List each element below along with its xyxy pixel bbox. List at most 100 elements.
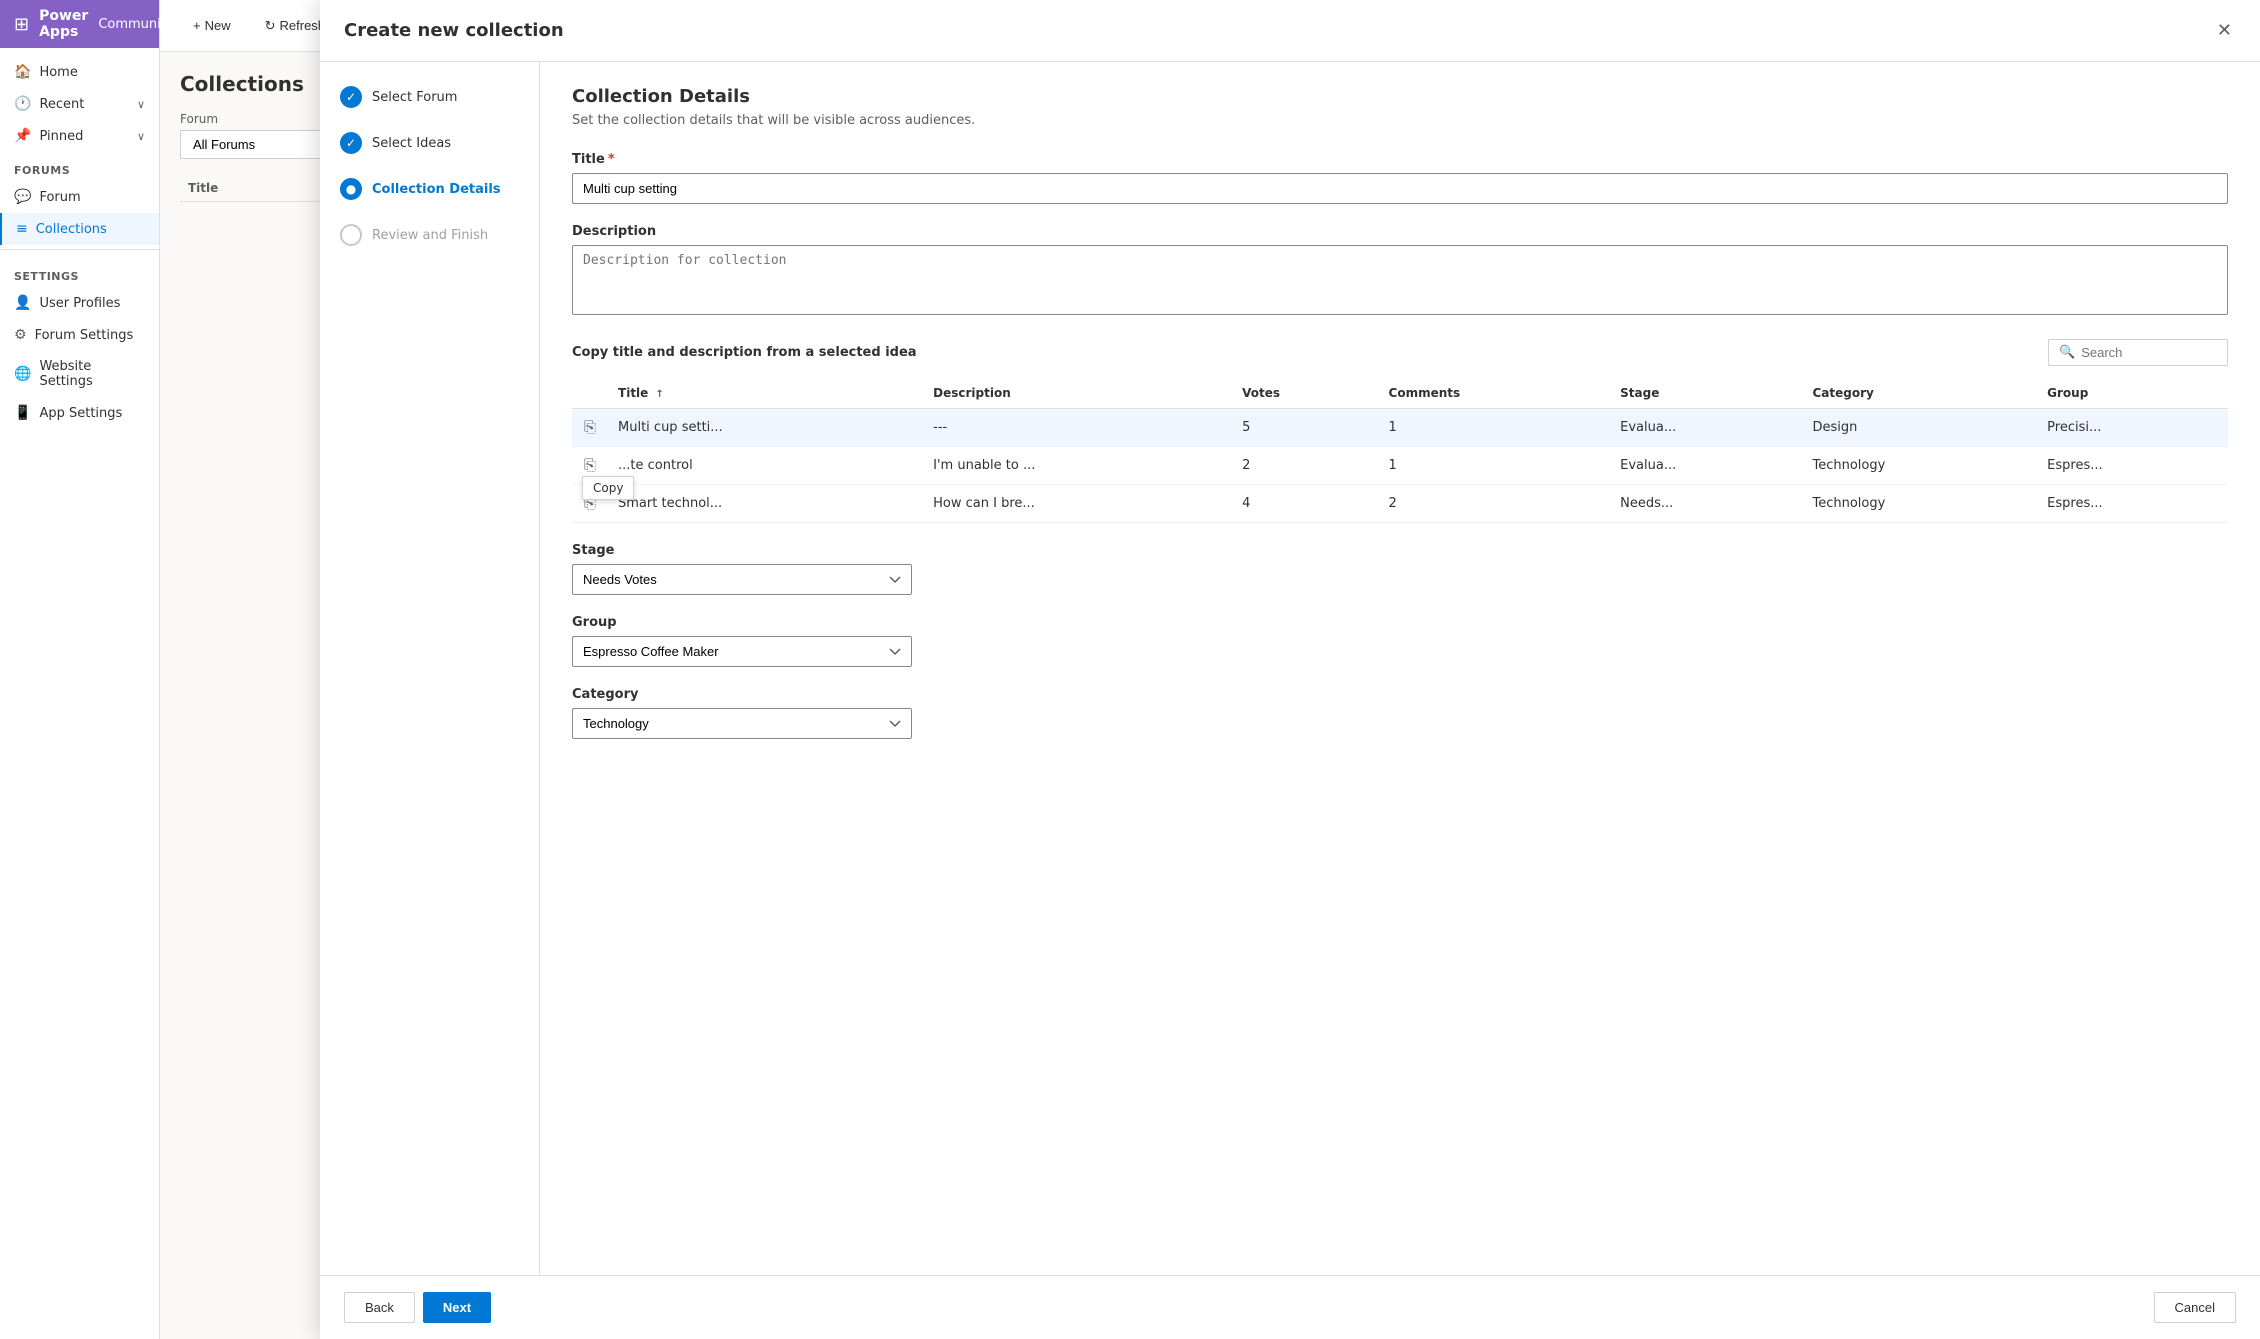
next-button[interactable]: Next: [423, 1292, 491, 1323]
table-row: ⎘ Copy ...te control I'm unable to ... 2…: [572, 447, 2228, 485]
recent-chevron-icon: ∨: [137, 98, 145, 111]
pinned-chevron-icon: ∨: [137, 130, 145, 143]
category-label: Category: [572, 687, 2228, 702]
sidebar-item-app-settings[interactable]: 📱 App Settings: [0, 397, 159, 429]
sidebar: ⊞ Power Apps Community 🏠 Home 🕐 Recent ∨…: [0, 0, 160, 1339]
sidebar-item-user-profiles[interactable]: 👤 User Profiles: [0, 287, 159, 319]
forum-settings-icon: ⚙: [14, 327, 27, 343]
collections-icon: ≡: [16, 221, 28, 237]
step-circle-ideas: ✓: [340, 132, 362, 154]
create-collection-modal: Create new collection ✕ ✓ Select Forum ✓…: [320, 0, 2260, 1339]
app-grid-icon[interactable]: ⊞: [14, 14, 29, 35]
cancel-button[interactable]: Cancel: [2154, 1292, 2236, 1323]
modal-body: ✓ Select Forum ✓ Select Ideas ● Collecti…: [320, 62, 2260, 1275]
new-button[interactable]: + New: [180, 11, 244, 40]
collections-label: Collections: [36, 222, 107, 237]
idea-title-2: ...te control: [608, 447, 923, 485]
group-form-group: Group Espresso Coffee Maker Precision Br…: [572, 615, 2228, 667]
sidebar-item-pinned[interactable]: 📌 Pinned ∨: [0, 120, 159, 152]
forum-icon: 💬: [14, 189, 31, 205]
title-form-group: Title *: [572, 152, 2228, 204]
table-row: ⎘ Smart technol... How can I bre... 4 2 …: [572, 485, 2228, 523]
copy-button-1[interactable]: ⎘: [582, 417, 598, 438]
refresh-icon: ↻: [265, 18, 276, 34]
sidebar-item-forum[interactable]: 💬 Forum: [0, 181, 159, 213]
title-input[interactable]: [572, 173, 2228, 204]
idea-comments-1: 1: [1379, 409, 1611, 447]
settings-section-header: Settings: [0, 258, 159, 287]
ideas-table: Title ↑ Description Votes Comments Stage…: [572, 378, 2228, 523]
copy-cell-2: ⎘ Copy: [572, 447, 608, 485]
stage-select[interactable]: Needs Votes Under Review Evaluating: [572, 564, 912, 595]
idea-group-2: Espres...: [2037, 447, 2228, 485]
form-section-subtitle: Set the collection details that will be …: [572, 113, 2228, 128]
category-form-group: Category Technology Design General: [572, 687, 2228, 739]
col-header-title: Title ↑: [608, 378, 923, 409]
idea-group-3: Espres...: [2037, 485, 2228, 523]
recent-icon: 🕐: [14, 96, 31, 112]
form-area: Collection Details Set the collection de…: [540, 62, 2260, 1275]
idea-title-3: Smart technol...: [608, 485, 923, 523]
sidebar-item-forum-settings[interactable]: ⚙ Forum Settings: [0, 319, 159, 351]
category-select[interactable]: Technology Design General: [572, 708, 912, 739]
refresh-label: Refresh: [280, 18, 326, 33]
step-circle-review: [340, 224, 362, 246]
idea-stage-1: Evalua...: [1610, 409, 1802, 447]
col-header-category: Category: [1803, 378, 2038, 409]
sidebar-item-home[interactable]: 🏠 Home: [0, 56, 159, 88]
settings-section: Settings 👤 User Profiles ⚙ Forum Setting…: [0, 249, 159, 437]
search-input[interactable]: [2081, 345, 2217, 360]
idea-stage-3: Needs...: [1610, 485, 1802, 523]
new-label: New: [205, 18, 231, 33]
title-required-star: *: [608, 152, 615, 167]
idea-comments-2: 1: [1379, 447, 1611, 485]
idea-group-1: Precisi...: [2037, 409, 2228, 447]
idea-category-1: Design: [1803, 409, 2038, 447]
step-circle-forum: ✓: [340, 86, 362, 108]
title-label: Title *: [572, 152, 2228, 167]
idea-votes-2: 2: [1232, 447, 1378, 485]
form-section-title: Collection Details: [572, 86, 2228, 107]
idea-desc-2: I'm unable to ...: [923, 447, 1232, 485]
group-select[interactable]: Espresso Coffee Maker Precision Brewer: [572, 636, 912, 667]
copy-button-2[interactable]: ⎘: [582, 455, 598, 476]
home-icon: 🏠: [14, 64, 31, 80]
forum-filter-select[interactable]: All Forums: [180, 130, 340, 159]
idea-comments-3: 2: [1379, 485, 1611, 523]
footer-left: Back Next: [344, 1292, 491, 1323]
forum-label: Forum: [39, 190, 80, 205]
website-settings-icon: 🌐: [14, 366, 31, 382]
copy-section-label: Copy title and description from a select…: [572, 345, 917, 360]
idea-category-3: Technology: [1803, 485, 2038, 523]
idea-votes-3: 4: [1232, 485, 1378, 523]
pinned-label: Pinned: [39, 129, 83, 144]
back-button[interactable]: Back: [344, 1292, 415, 1323]
modal-title: Create new collection: [344, 20, 564, 41]
search-box: 🔍: [2048, 339, 2228, 366]
app-settings-icon: 📱: [14, 405, 31, 421]
stage-form-group: Stage Needs Votes Under Review Evaluatin…: [572, 543, 2228, 595]
plus-icon: +: [193, 18, 201, 33]
modal-close-button[interactable]: ✕: [2213, 16, 2236, 45]
sidebar-item-website-settings[interactable]: 🌐 Website Settings: [0, 351, 159, 397]
description-form-group: Description: [572, 224, 2228, 319]
idea-title-1: Multi cup setti...: [608, 409, 923, 447]
sidebar-item-collections[interactable]: ≡ Collections: [0, 213, 159, 245]
forums-section-header: Forums: [0, 152, 159, 181]
description-textarea[interactable]: [572, 245, 2228, 315]
sidebar-item-recent[interactable]: 🕐 Recent ∨: [0, 88, 159, 120]
col-header-comments: Comments: [1379, 378, 1611, 409]
app-settings-label: App Settings: [39, 406, 122, 421]
step-label-ideas: Select Ideas: [372, 136, 451, 151]
table-header-row: Title ↑ Description Votes Comments Stage…: [572, 378, 2228, 409]
step-label-forum: Select Forum: [372, 90, 457, 105]
forum-settings-label: Forum Settings: [35, 328, 134, 343]
pin-icon: 📌: [14, 128, 31, 144]
step-circle-details: ●: [340, 178, 362, 200]
table-row: ⎘ Multi cup setti... --- 5 1 Evalua... D…: [572, 409, 2228, 447]
step-review-finish: Review and Finish: [340, 224, 519, 246]
website-settings-label: Website Settings: [39, 359, 145, 389]
step-select-forum: ✓ Select Forum: [340, 86, 519, 108]
group-label: Group: [572, 615, 2228, 630]
user-profiles-label: User Profiles: [39, 296, 120, 311]
